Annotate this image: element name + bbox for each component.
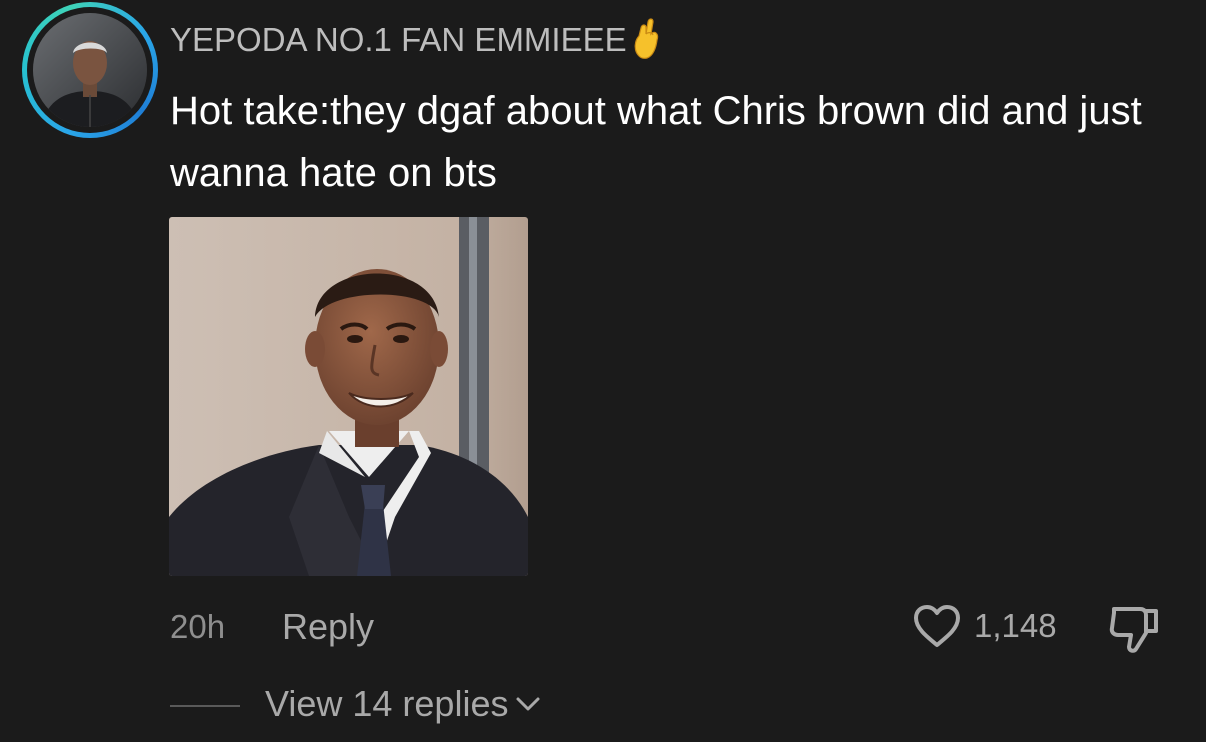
like-count: 1,148 — [974, 607, 1057, 644]
comment-timestamp: 20h — [170, 608, 226, 645]
avatar[interactable] — [22, 2, 158, 138]
heart-icon — [914, 605, 960, 647]
crossed-fingers-emoji-icon — [634, 18, 658, 59]
chevron-down-icon — [516, 697, 540, 711]
comment-text: Hot take:they dgaf about what Chris brow… — [170, 89, 1142, 195]
username[interactable]: YEPODA NO.1 FAN EMMIEEE — [170, 18, 661, 60]
view-replies-button[interactable]: View 14 replies — [265, 683, 542, 725]
username-text: YEPODA NO.1 FAN EMMIEEE — [170, 21, 627, 58]
replies-divider — [170, 705, 240, 707]
comment: YEPODA NO.1 FAN EMMIEEE Hot take:they dg… — [0, 0, 1206, 742]
thumbs-down-icon — [1109, 607, 1158, 653]
attached-photo[interactable] — [169, 217, 528, 576]
like-button[interactable]: 1,148 — [912, 603, 1057, 649]
reply-button[interactable]: Reply — [282, 606, 374, 648]
avatar-image — [33, 13, 147, 127]
view-replies-label: View 14 replies — [265, 683, 509, 724]
dislike-button[interactable] — [1106, 603, 1162, 657]
